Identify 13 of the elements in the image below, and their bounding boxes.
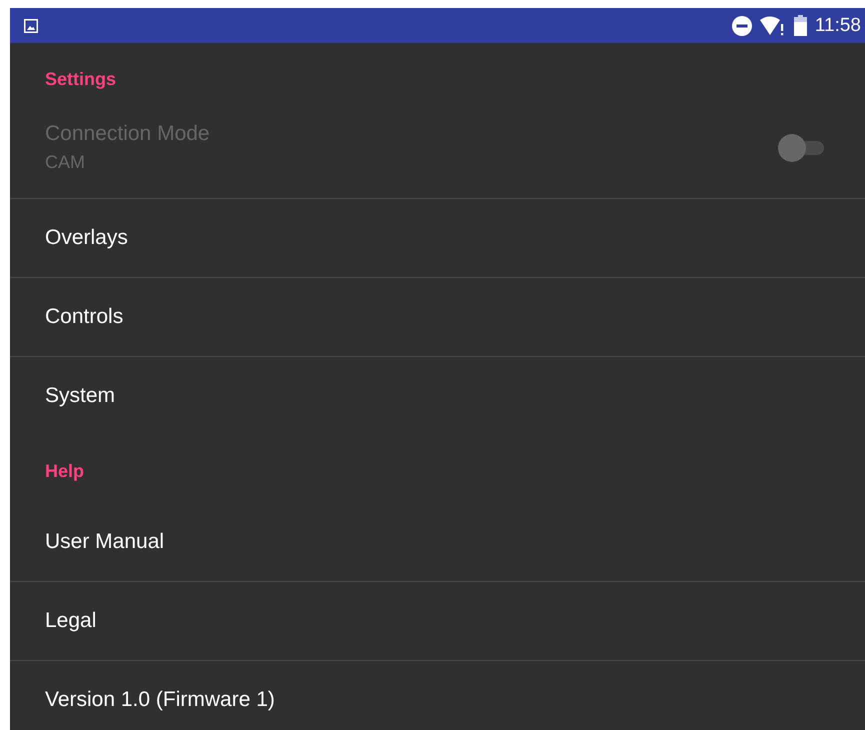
category-header: Help bbox=[44, 460, 86, 483]
preference-item[interactable]: Overlays bbox=[10, 199, 865, 278]
preference-item[interactable]: Legal bbox=[10, 582, 865, 661]
category-header: Settings bbox=[44, 68, 118, 91]
preference-item[interactable]: System bbox=[10, 357, 865, 435]
preference-item[interactable]: Controls bbox=[10, 278, 865, 357]
preference-item[interactable]: User Manual bbox=[10, 503, 865, 582]
clock-time: 11:58 bbox=[814, 14, 861, 36]
do-not-disturb-icon bbox=[732, 16, 752, 36]
wifi-alert-icon bbox=[760, 16, 786, 36]
image-icon bbox=[24, 18, 38, 32]
preference-item[interactable]: Version 1.0 (Firmware 1) bbox=[10, 661, 865, 730]
battery-icon bbox=[794, 15, 807, 36]
